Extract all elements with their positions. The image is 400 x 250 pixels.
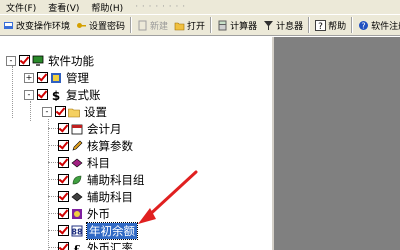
annotation-arrow [138, 170, 198, 224]
